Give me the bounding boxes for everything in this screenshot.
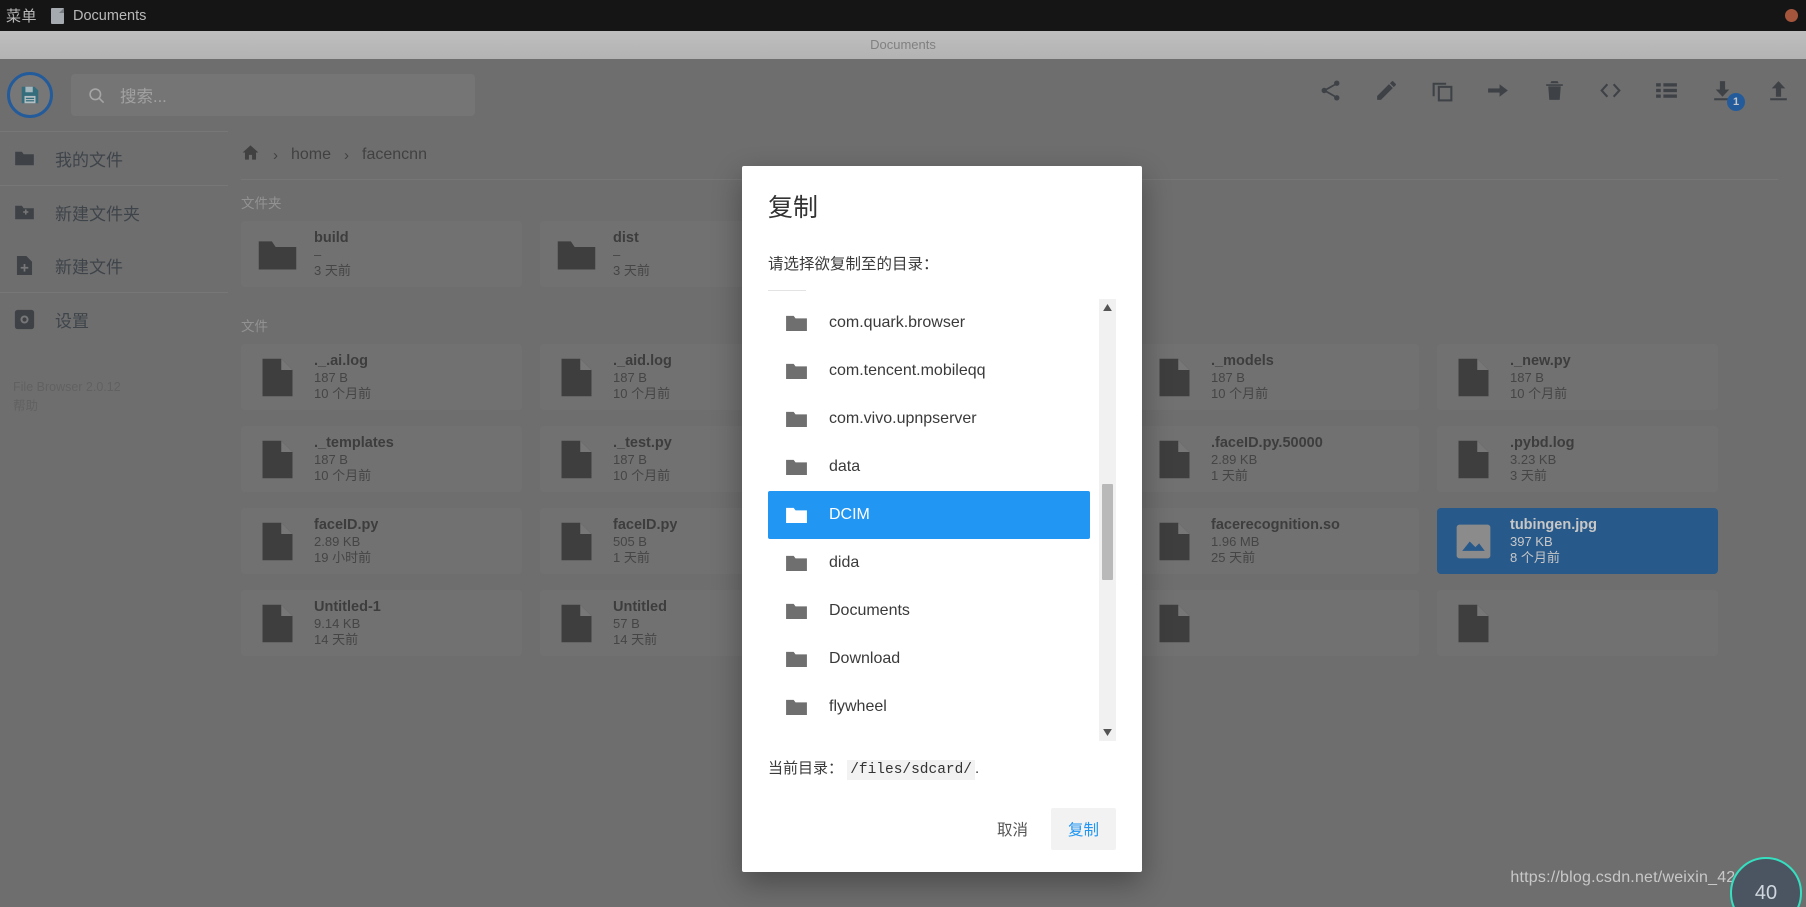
scrollbar-thumb[interactable] [1102, 484, 1113, 580]
folder-option-label: Documents [829, 602, 910, 619]
folder-option-label: flywheel [829, 698, 887, 715]
current-directory: 当前目录： /files/sdcard/. [768, 757, 1116, 780]
folder-option-label: com.vivo.upnpserver [829, 410, 977, 427]
folder-option-label: DCIM [829, 506, 870, 523]
folder-option-label: com.tencent.mobileqq [829, 362, 986, 379]
folder-list: com.quark.browser com.tencent.mobileqq com… [768, 299, 1090, 741]
folder-icon [785, 698, 808, 716]
folder-option[interactable]: Download [768, 635, 1090, 683]
scroll-up-icon[interactable] [1103, 299, 1112, 316]
folder-option[interactable]: flywheel [768, 683, 1090, 731]
dialog-title: 复制 [768, 194, 819, 222]
scrollbar[interactable] [1099, 299, 1116, 741]
folder-option[interactable]: com.tencent.mobileqq [768, 347, 1090, 395]
cancel-button[interactable]: 取消 [980, 808, 1045, 850]
current-directory-suffix: . [975, 760, 980, 777]
scroll-down-icon[interactable] [1103, 724, 1112, 741]
folder-option-label: data [829, 458, 861, 475]
folder-icon [785, 650, 808, 668]
folder-option-label: Download [829, 650, 901, 667]
folder-option[interactable]: com.quark.browser [768, 299, 1090, 347]
current-directory-label: 当前目录： [768, 760, 844, 777]
dialog-prompt: 请选择欲复制至的目录： [768, 256, 939, 273]
folder-option[interactable]: DCIM [768, 491, 1090, 539]
dialog-rule [768, 290, 806, 291]
folder-option[interactable]: dida [768, 539, 1090, 587]
folder-option-label: com.quark.browser [829, 314, 966, 331]
folder-option[interactable]: data [768, 443, 1090, 491]
folder-icon [785, 506, 808, 524]
folder-icon [785, 458, 808, 476]
folder-icon [785, 410, 808, 428]
folder-icon [785, 362, 808, 380]
copy-confirm-button[interactable]: 复制 [1050, 808, 1116, 850]
folder-option[interactable]: com.vivo.upnpserver [768, 395, 1090, 443]
scrollbar-track[interactable] [1099, 316, 1116, 724]
current-directory-path: /files/sdcard/ [847, 760, 976, 780]
folder-option[interactable]: Documents [768, 587, 1090, 635]
copy-dialog: 复制 请选择欲复制至的目录： com.quark.browser com.tenc… [742, 166, 1142, 872]
folder-icon [785, 314, 808, 332]
folder-option-label: dida [829, 554, 860, 571]
screen: 菜单 Documents Documents 搜索... 1 我的文件 新建文件… [0, 0, 1806, 907]
folder-picker: com.quark.browser com.tencent.mobileqq com… [768, 299, 1116, 741]
folder-icon [785, 554, 808, 572]
dialog-actions: 取消 复制 [768, 808, 1116, 872]
folder-icon [785, 602, 808, 620]
